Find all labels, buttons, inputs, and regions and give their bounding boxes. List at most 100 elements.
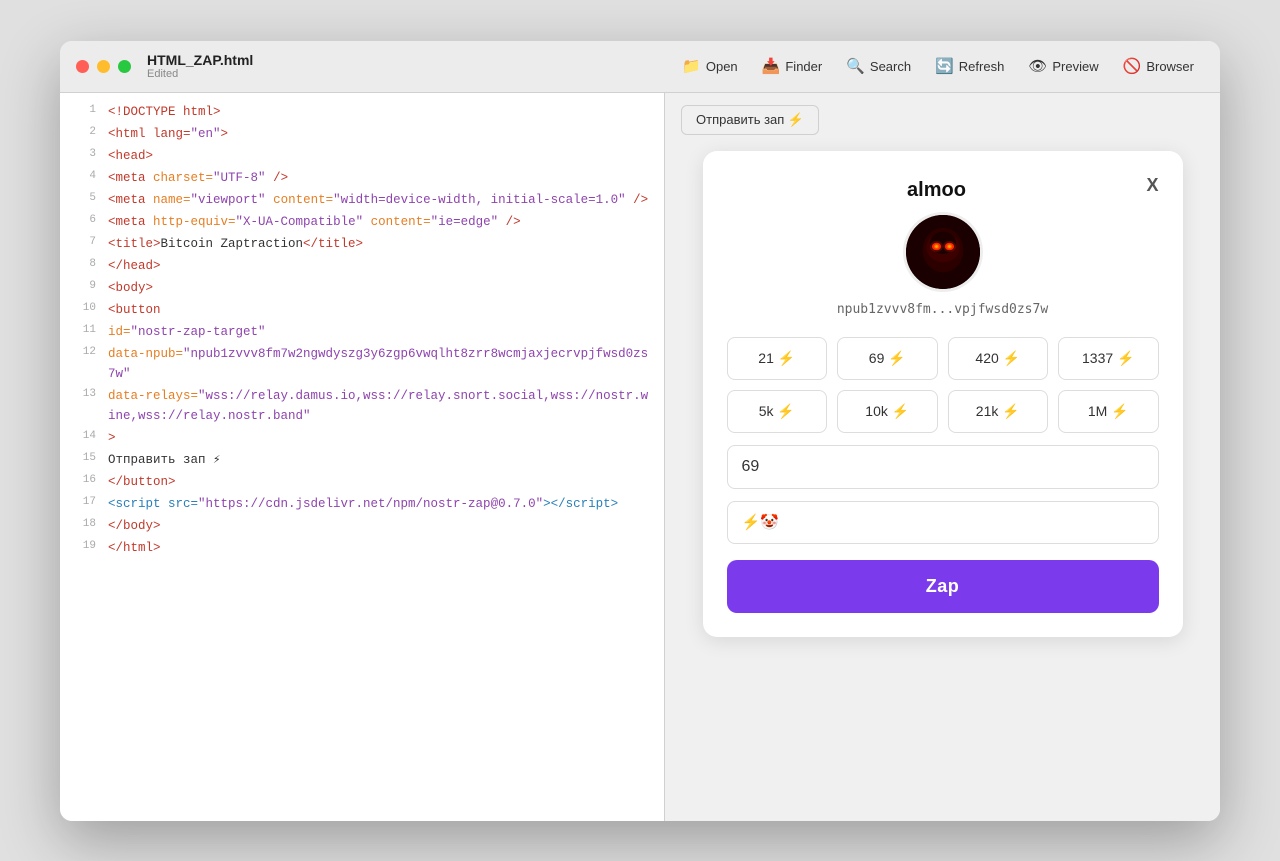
line-number: 7 (68, 234, 96, 252)
traffic-lights (76, 60, 131, 73)
finder-icon: 📥 (762, 57, 781, 75)
line-number: 13 (68, 386, 96, 404)
line-content: <button (108, 300, 652, 320)
refresh-label: Refresh (959, 59, 1005, 74)
code-line: 14 > (60, 427, 664, 449)
avatar-image (906, 215, 980, 289)
line-content: </html> (108, 538, 652, 558)
finder-button[interactable]: 📥 Finder (752, 52, 833, 80)
search-icon: 🔍 (846, 57, 865, 75)
amount-button[interactable]: 10k ⚡ (837, 390, 938, 433)
line-content: <body> (108, 278, 652, 298)
search-label: Search (870, 59, 911, 74)
main-content: 1 <!DOCTYPE html> 2 <html lang="en"> 3 <head>… (60, 93, 1220, 821)
code-line: 12 data-npub="npub1zvvv8fm7w2ngwdyszg3y6z… (60, 343, 664, 385)
maximize-button[interactable] (118, 60, 131, 73)
line-number: 12 (68, 344, 96, 362)
line-number: 9 (68, 278, 96, 296)
code-line: 2 <html lang="en"> (60, 123, 664, 145)
line-number: 1 (68, 102, 96, 120)
browser-label: Browser (1146, 59, 1194, 74)
line-content: </body> (108, 516, 652, 536)
zap-button[interactable]: Zap (727, 560, 1159, 613)
code-line: 13data-relays="wss://relay.damus.io,wss:… (60, 385, 664, 427)
line-content: </head> (108, 256, 652, 276)
line-content: <meta charset="UTF-8" /> (108, 168, 652, 188)
line-number: 16 (68, 472, 96, 490)
minimize-button[interactable] (97, 60, 110, 73)
line-number: 5 (68, 190, 96, 208)
code-line: 19</html> (60, 537, 664, 559)
browser-icon: 🚫 (1123, 57, 1142, 75)
line-number: 14 (68, 428, 96, 446)
line-number: 4 (68, 168, 96, 186)
open-label: Open (706, 59, 738, 74)
code-line: 10 <button (60, 299, 664, 321)
close-button[interactable] (76, 60, 89, 73)
line-content: <title>Bitcoin Zaptraction</title> (108, 234, 652, 254)
browser-button[interactable]: 🚫 Browser (1113, 52, 1204, 80)
code-line: 3 <head> (60, 145, 664, 167)
code-line: 18</body> (60, 515, 664, 537)
line-number: 3 (68, 146, 96, 164)
line-content: <script src="https://cdn.jsdelivr.net/np… (108, 494, 652, 514)
open-button[interactable]: 📁 Open (672, 52, 748, 80)
app-window: HTML_ZAP.html Edited 📁 Open 📥 Finder 🔍 S… (60, 41, 1220, 821)
amount-grid: 21 ⚡69 ⚡420 ⚡1337 ⚡ 5k ⚡10k ⚡21k ⚡1M ⚡ (727, 337, 1159, 433)
comment-input[interactable] (727, 501, 1159, 544)
refresh-button[interactable]: 🔄 Refresh (925, 52, 1014, 80)
amount-button[interactable]: 69 ⚡ (837, 337, 938, 380)
line-content: <!DOCTYPE html> (108, 102, 652, 122)
line-number: 6 (68, 212, 96, 230)
amount-input[interactable] (727, 445, 1159, 489)
file-info: HTML_ZAP.html Edited (147, 52, 253, 80)
code-line: 1 <!DOCTYPE html> (60, 101, 664, 123)
code-line: 16</button> (60, 471, 664, 493)
file-name: HTML_ZAP.html (147, 52, 253, 68)
code-line: 5 <meta name="viewport" content="width=de… (60, 189, 664, 211)
amount-button[interactable]: 1M ⚡ (1058, 390, 1159, 433)
amount-button[interactable]: 5k ⚡ (727, 390, 828, 433)
profile-name: almoo (727, 179, 1159, 202)
titlebar: HTML_ZAP.html Edited 📁 Open 📥 Finder 🔍 S… (60, 41, 1220, 93)
amount-button[interactable]: 21 ⚡ (727, 337, 828, 380)
refresh-icon: 🔄 (935, 57, 954, 75)
line-number: 11 (68, 322, 96, 340)
file-status: Edited (147, 68, 253, 80)
line-number: 15 (68, 450, 96, 468)
amount-input-wrapper (727, 445, 1159, 489)
send-zap-label: Отправить зап ⚡ (696, 112, 804, 128)
code-line: 15 Отправить зап ⚡ (60, 449, 664, 471)
code-line: 9 <body> (60, 277, 664, 299)
finder-label: Finder (785, 59, 822, 74)
code-line: 17 <script src="https://cdn.jsdelivr.net/… (60, 493, 664, 515)
code-line: 7 <title>Bitcoin Zaptraction</title> (60, 233, 664, 255)
amount-button[interactable]: 420 ⚡ (948, 337, 1049, 380)
line-content: <meta name="viewport" content="width=dev… (108, 190, 652, 210)
code-line: 11id="nostr-zap-target" (60, 321, 664, 343)
line-content: > (108, 428, 652, 448)
comment-input-wrapper (727, 501, 1159, 544)
pubkey: npub1zvvv8fm...vpjfwsd0zs7w (727, 302, 1159, 317)
line-content: <html lang="en"> (108, 124, 652, 144)
line-number: 17 (68, 494, 96, 512)
amount-button[interactable]: 21k ⚡ (948, 390, 1049, 433)
line-content: <meta http-equiv="X-UA-Compatible" conte… (108, 212, 652, 232)
profile-section: almoo (727, 175, 1159, 317)
search-button[interactable]: 🔍 Search (836, 52, 921, 80)
zap-modal: X almoo (703, 151, 1183, 637)
line-content: Отправить зап ⚡ (108, 450, 652, 470)
preview-button[interactable]: 👁 Preview (1018, 52, 1108, 80)
zap-label: Zap (926, 576, 960, 596)
modal-close-button[interactable]: X (1146, 175, 1158, 196)
line-number: 2 (68, 124, 96, 142)
line-content: <head> (108, 146, 652, 166)
code-line: 8</head> (60, 255, 664, 277)
line-number: 10 (68, 300, 96, 318)
code-editor[interactable]: 1 <!DOCTYPE html> 2 <html lang="en"> 3 <head>… (60, 93, 665, 821)
preview-label: Preview (1052, 59, 1098, 74)
send-zap-button[interactable]: Отправить зап ⚡ (681, 105, 819, 135)
code-line: 6 <meta http-equiv="X-UA-Compatible" cont… (60, 211, 664, 233)
line-content: data-npub="npub1zvvv8fm7w2ngwdyszg3y6zgp… (108, 344, 652, 384)
amount-button[interactable]: 1337 ⚡ (1058, 337, 1159, 380)
